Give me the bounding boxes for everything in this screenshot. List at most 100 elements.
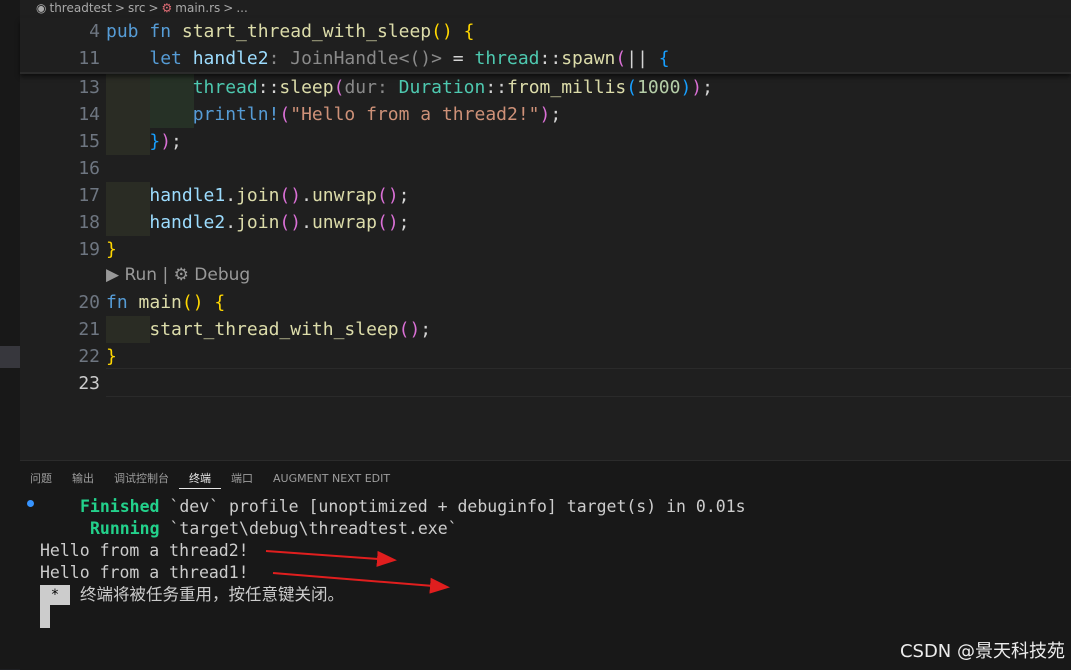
code-token: let bbox=[149, 48, 193, 69]
codelens-sep: | bbox=[162, 265, 169, 285]
code-token: ( bbox=[626, 77, 638, 98]
line-number: 14 bbox=[78, 104, 100, 125]
code-text: handle2.join().unwrap(); bbox=[106, 209, 410, 236]
panel-tabs: 问题 输出 调试控制台 终端 端口 AUGMENT NEXT EDIT bbox=[20, 470, 400, 489]
gear-icon[interactable]: ⚙ bbox=[174, 265, 189, 285]
code-token: ) bbox=[680, 77, 692, 98]
panel-tab[interactable]: 端口 bbox=[221, 470, 263, 488]
code-token: ; bbox=[171, 131, 182, 152]
code-line[interactable]: 14 println!("Hello from a thread2!"); bbox=[20, 101, 1071, 128]
code-token: () bbox=[181, 292, 204, 313]
code-token: || bbox=[626, 48, 659, 69]
code-line[interactable]: 22} bbox=[20, 343, 1071, 370]
line-number: 21 bbox=[78, 319, 100, 340]
panel-tab[interactable]: 输出 bbox=[62, 470, 104, 488]
panel-tab[interactable]: 问题 bbox=[20, 470, 62, 488]
code-token: from_millis bbox=[507, 77, 627, 98]
code-token: 1000 bbox=[637, 77, 681, 98]
play-icon[interactable]: ▶ bbox=[106, 265, 119, 285]
code-text: } bbox=[106, 343, 117, 370]
line-number: 22 bbox=[78, 346, 100, 367]
code-token: ; bbox=[398, 185, 410, 206]
code-text: let handle2: JoinHandle<()> = thread::sp… bbox=[106, 45, 669, 72]
sidebar-selected-item[interactable] bbox=[0, 346, 20, 368]
code-token: dur: bbox=[344, 77, 399, 98]
code-token: } bbox=[106, 239, 117, 260]
run-link[interactable]: Run bbox=[124, 265, 157, 285]
code-token: ) bbox=[160, 131, 172, 152]
code-token: ( bbox=[615, 48, 627, 69]
code-token: join bbox=[236, 212, 280, 233]
code-text: fn main() { bbox=[106, 289, 225, 316]
line-number: 11 bbox=[78, 48, 100, 69]
code-token: main bbox=[138, 292, 182, 313]
code-text: pub fn start_thread_with_sleep() { bbox=[106, 18, 475, 45]
code-line[interactable]: 11 let handle2: JoinHandle<()> = thread:… bbox=[20, 45, 1071, 72]
code-line[interactable]: 16 bbox=[20, 155, 1071, 182]
line-number: 13 bbox=[78, 77, 100, 98]
code-token: handle1 bbox=[149, 185, 226, 206]
code-token: { bbox=[463, 21, 475, 42]
code-line[interactable]: 18 handle2.join().unwrap(); bbox=[20, 209, 1071, 236]
code-text: handle1.join().unwrap(); bbox=[106, 182, 410, 209]
code-token: () bbox=[398, 319, 421, 340]
code-token: thread bbox=[474, 48, 540, 69]
panel-tab[interactable]: 终端 bbox=[179, 470, 221, 489]
codelens: ▶ Run | ⚙ Debug bbox=[106, 265, 250, 285]
code-token: unwrap bbox=[311, 185, 377, 206]
sticky-scroll-header[interactable]: 4 pub fn start_thread_with_sleep() {11 le… bbox=[20, 18, 1071, 74]
code-token: start_thread_with_sleep bbox=[149, 319, 399, 340]
code-line[interactable]: 21 start_thread_with_sleep(); bbox=[20, 316, 1071, 343]
code-text: start_thread_with_sleep(); bbox=[106, 316, 431, 343]
code-line[interactable]: 20 fn main() { bbox=[20, 289, 1071, 316]
debug-link[interactable]: Debug bbox=[194, 265, 250, 285]
code-token: ( bbox=[279, 104, 291, 125]
code-token: ) bbox=[691, 77, 703, 98]
code-line[interactable]: 4 pub fn start_thread_with_sleep() { bbox=[20, 18, 1071, 45]
panel-tab[interactable]: 调试控制台 bbox=[104, 470, 179, 488]
code-line[interactable]: 15 }); bbox=[20, 128, 1071, 155]
terminal-notice: 终端将被任务重用，按任意键关闭。 bbox=[80, 585, 344, 604]
panel-tab[interactable]: AUGMENT NEXT EDIT bbox=[263, 470, 400, 488]
code-token: "Hello from a thread2!" bbox=[290, 104, 540, 125]
terminal-star: * bbox=[40, 585, 70, 605]
code-token: ; bbox=[550, 104, 562, 125]
code-line[interactable]: 17 handle1.join().unwrap(); bbox=[20, 182, 1071, 209]
terminal-output-thread2: Hello from a thread2! bbox=[40, 541, 249, 560]
terminal-output-thread1: Hello from a thread1! bbox=[40, 563, 249, 582]
terminal-line-running: Running `target\debug\threadtest.exe` bbox=[90, 519, 458, 538]
code-token: { bbox=[214, 292, 226, 313]
code-token: . bbox=[225, 185, 237, 206]
code-token: () bbox=[279, 185, 302, 206]
code-token: () bbox=[376, 212, 399, 233]
code-token: fn bbox=[106, 292, 139, 313]
code-line[interactable]: 19} bbox=[20, 236, 1071, 263]
code-token: () bbox=[431, 21, 453, 42]
activity-sidebar bbox=[0, 0, 20, 669]
code-token: handle2 bbox=[192, 48, 269, 69]
code-line[interactable]: 13 thread::sleep(dur: Duration::from_mil… bbox=[20, 74, 1071, 101]
code-token: :: bbox=[539, 48, 562, 69]
code-token: sleep bbox=[279, 77, 334, 98]
code-line[interactable]: 23 bbox=[20, 370, 1071, 397]
code-token: thread bbox=[192, 77, 258, 98]
code-token: handle2 bbox=[149, 212, 226, 233]
code-token: :: bbox=[257, 77, 280, 98]
code-token: } bbox=[149, 131, 161, 152]
code-text: println!("Hello from a thread2!"); bbox=[106, 101, 561, 128]
code-token: fn bbox=[149, 21, 182, 42]
code-text: }); bbox=[106, 128, 182, 155]
code-token: () bbox=[279, 212, 302, 233]
code-token: . bbox=[301, 185, 312, 206]
line-number: 17 bbox=[78, 185, 100, 206]
code-token: ; bbox=[398, 212, 410, 233]
code-token: ; bbox=[702, 77, 713, 98]
code-token: unwrap bbox=[311, 212, 377, 233]
